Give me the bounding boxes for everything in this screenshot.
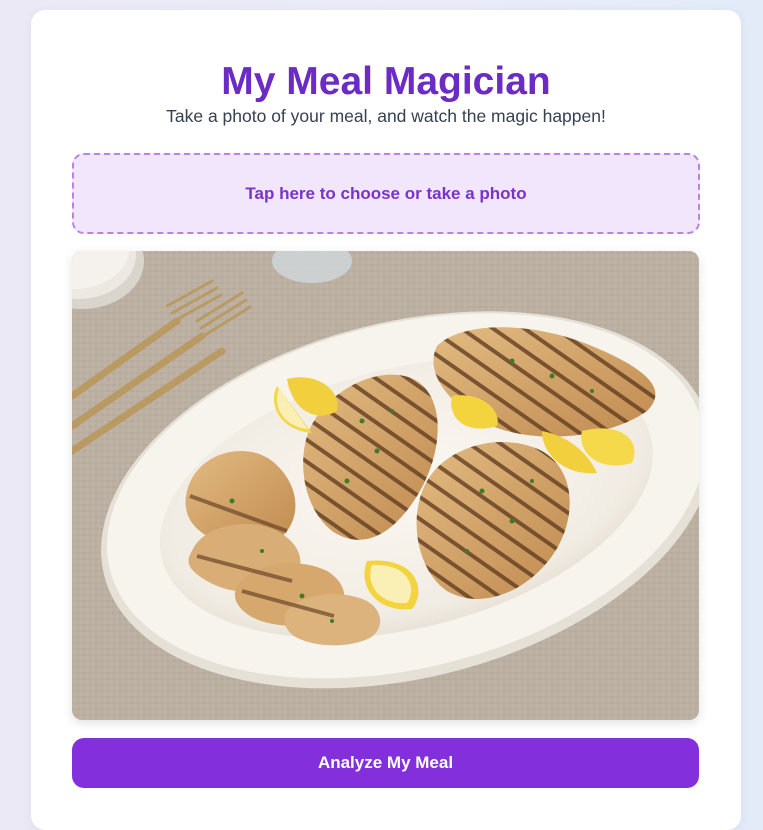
photo-upload-dropzone[interactable]: Tap here to choose or take a photo	[72, 153, 700, 234]
page-subtitle: Take a photo of your meal, and watch the…	[166, 106, 606, 126]
page-title: My Meal Magician	[221, 60, 551, 103]
analyze-button-label: Analyze My Meal	[317, 753, 454, 772]
main-card: My Meal Magician Take a photo of your me…	[31, 10, 741, 830]
meal-photo-preview	[72, 251, 699, 720]
analyze-meal-button[interactable]: Analyze My Meal	[72, 738, 699, 788]
upload-label: Tap here to choose or take a photo	[245, 183, 527, 203]
